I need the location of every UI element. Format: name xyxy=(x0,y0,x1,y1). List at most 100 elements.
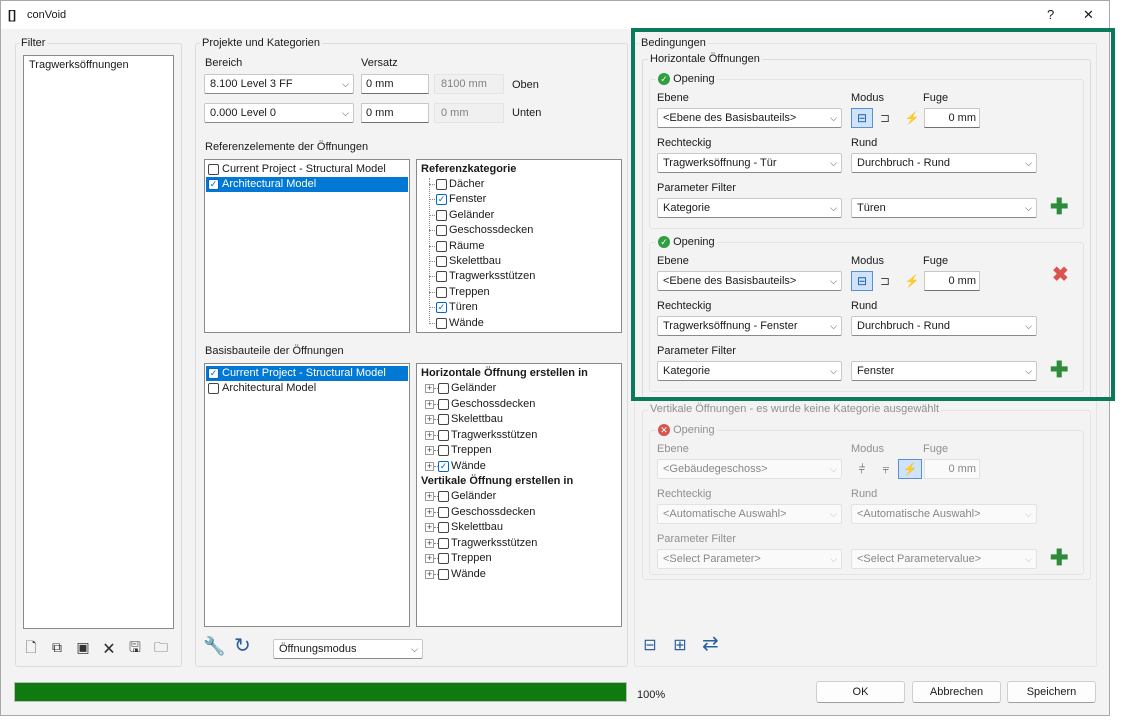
vertical-target-item[interactable]: + Geländer xyxy=(423,489,496,504)
checkbox[interactable] xyxy=(436,179,447,190)
rund-select[interactable]: <Automatische Auswahl> ⌵ xyxy=(851,504,1037,524)
horizontal-target-item[interactable]: + Treppen xyxy=(423,443,492,458)
checkbox[interactable] xyxy=(436,317,447,329)
horizontal-target-item[interactable]: + Tragwerksstützen xyxy=(423,428,537,443)
delete-filter-icon[interactable]: 🗙 xyxy=(101,639,117,655)
horizontal-target-item[interactable]: + Geländer xyxy=(423,381,496,396)
checkbox[interactable] xyxy=(436,256,447,267)
vertical-target-item[interactable]: + Treppen xyxy=(423,551,492,566)
horizontal-target-item[interactable]: + Geschossdecken xyxy=(423,397,535,412)
checkbox[interactable] xyxy=(436,271,447,283)
folder-icon[interactable]: 🗀 xyxy=(153,639,169,655)
checkbox[interactable] xyxy=(438,506,449,518)
top-offset-input[interactable]: 0 mm xyxy=(361,74,429,94)
save-button[interactable]: Speichern xyxy=(1007,681,1096,703)
vertical-target-item[interactable]: + Geschossdecken xyxy=(423,505,535,520)
model-item[interactable]: ✓ Current Project - Structural Model xyxy=(206,366,408,381)
new-filter-icon[interactable]: 🗋 xyxy=(23,639,39,655)
bottom-level-select[interactable]: 0.000 Level 0 ⌵ xyxy=(204,103,354,123)
fuge-input[interactable]: 0 mm xyxy=(924,459,980,479)
expand-icon[interactable]: + xyxy=(425,492,434,501)
checkbox[interactable] xyxy=(208,164,219,175)
ref-category-item[interactable]: Geländer xyxy=(435,208,494,223)
bottom-offset-input[interactable]: 0 mm xyxy=(361,103,429,123)
mode-vertical-icon[interactable]: ⊞ xyxy=(672,638,688,654)
cancel-button[interactable]: Abbrechen xyxy=(912,681,1001,703)
top-level-select[interactable]: 8.100 Level 3 FF ⌵ xyxy=(204,74,354,94)
expand-icon[interactable]: + xyxy=(425,523,434,532)
checkbox[interactable] xyxy=(438,522,449,533)
checkbox[interactable] xyxy=(438,553,449,564)
vertical-target-item[interactable]: + Tragwerksstützen xyxy=(423,536,537,551)
horizontal-target-item[interactable]: + ✓ Wände xyxy=(423,459,486,474)
checkbox[interactable] xyxy=(438,398,449,410)
ref-category-tree[interactable]: Referenzkategorie Dächer ✓ Fenster Geländer G… xyxy=(416,159,622,333)
checkbox[interactable]: ✓ xyxy=(436,194,447,206)
checkbox[interactable]: ✓ xyxy=(208,179,219,190)
ok-button[interactable]: OK xyxy=(816,681,905,703)
expand-icon[interactable]: + xyxy=(425,415,434,424)
checkbox[interactable] xyxy=(208,383,219,394)
checkbox[interactable] xyxy=(438,568,449,580)
base-category-tree[interactable]: Horizontale Öffnung erstellen in + Gelände… xyxy=(416,363,622,627)
ref-category-item[interactable]: Geschossdecken xyxy=(435,223,533,238)
checkbox[interactable]: ✓ xyxy=(438,460,449,472)
expand-icon[interactable]: + xyxy=(425,507,434,517)
filter-list[interactable]: Tragwerksöffnungen xyxy=(23,55,174,629)
expand-icon[interactable]: + xyxy=(425,461,434,471)
add-filter-icon[interactable]: ✚ xyxy=(1050,547,1068,569)
mode-cut-icon[interactable]: ⚡ xyxy=(898,459,922,479)
ref-category-item[interactable]: ✓ Türen xyxy=(435,300,478,315)
expand-icon[interactable]: + xyxy=(425,554,434,563)
close-button[interactable]: ✕ xyxy=(1083,7,1094,23)
ref-category-item[interactable]: Treppen xyxy=(435,285,490,300)
rect-select[interactable]: <Automatische Auswahl> ⌵ xyxy=(657,504,842,524)
model-item[interactable]: Current Project - Structural Model xyxy=(206,162,408,177)
expand-icon[interactable]: + xyxy=(425,399,434,409)
copy-filter-icon[interactable]: ⧉ xyxy=(49,639,65,655)
checkbox[interactable] xyxy=(438,429,449,441)
expand-icon[interactable]: + xyxy=(425,446,434,455)
swap-arrows-icon[interactable]: ⇄ xyxy=(702,634,719,654)
ebene-select[interactable]: <Gebäudegeschoss> ⌵ xyxy=(657,459,842,479)
model-item[interactable]: ✓ Architectural Model xyxy=(206,177,408,192)
expand-icon[interactable]: + xyxy=(425,384,434,393)
checkbox[interactable]: ✓ xyxy=(436,302,447,314)
base-model-list[interactable]: ✓ Current Project - Structural Model Archi… xyxy=(204,363,410,627)
param-select[interactable]: <Select Parameter> ⌵ xyxy=(657,549,842,569)
vertical-target-item[interactable]: + Wände xyxy=(423,567,486,582)
checkbox[interactable] xyxy=(438,383,449,394)
rename-filter-icon[interactable]: ▣ xyxy=(75,639,91,655)
ref-category-item[interactable]: ✓ Fenster xyxy=(435,192,486,207)
checkbox[interactable] xyxy=(436,240,447,252)
checkbox[interactable] xyxy=(438,414,449,425)
expand-icon[interactable]: + xyxy=(425,569,434,579)
vertical-target-item[interactable]: + Skelettbau xyxy=(423,520,503,535)
checkbox[interactable] xyxy=(436,225,447,237)
param-value-select[interactable]: <Select Parametervalue> ⌵ xyxy=(851,549,1037,569)
checkbox[interactable] xyxy=(438,491,449,502)
model-item[interactable]: Architectural Model xyxy=(206,381,408,396)
checkbox[interactable] xyxy=(436,209,447,221)
expand-icon[interactable]: + xyxy=(425,430,434,440)
horizontal-target-item[interactable]: + Skelettbau xyxy=(423,412,503,427)
filter-item[interactable]: Tragwerksöffnungen xyxy=(27,58,129,73)
checkbox[interactable] xyxy=(436,286,447,298)
checkbox[interactable] xyxy=(438,537,449,549)
ref-category-item[interactable]: Räume xyxy=(435,239,484,254)
checkbox[interactable]: ✓ xyxy=(208,368,219,379)
checkbox[interactable] xyxy=(438,445,449,456)
mode-horizontal-icon[interactable]: ⊟ xyxy=(642,638,658,654)
ref-category-item[interactable]: Wände xyxy=(435,316,484,331)
ref-category-item[interactable]: Dächer xyxy=(435,177,484,192)
expand-icon[interactable]: + xyxy=(425,538,434,548)
ref-category-item[interactable]: Tragwerksstützen xyxy=(435,269,535,284)
ref-model-list[interactable]: Current Project - Structural Model ✓ Archi… xyxy=(204,159,410,333)
mode-top-icon[interactable]: ⫧ xyxy=(874,459,898,479)
wrench-icon[interactable]: 🔧 xyxy=(203,637,225,655)
ref-category-item[interactable]: Skelettbau xyxy=(435,254,501,269)
mode-through-icon[interactable]: ⫩ xyxy=(850,459,874,479)
refresh-icon[interactable]: ↻ xyxy=(234,636,251,656)
mode-select[interactable]: Öffnungsmodus ⌵ xyxy=(273,639,423,659)
help-button[interactable]: ? xyxy=(1047,7,1054,22)
